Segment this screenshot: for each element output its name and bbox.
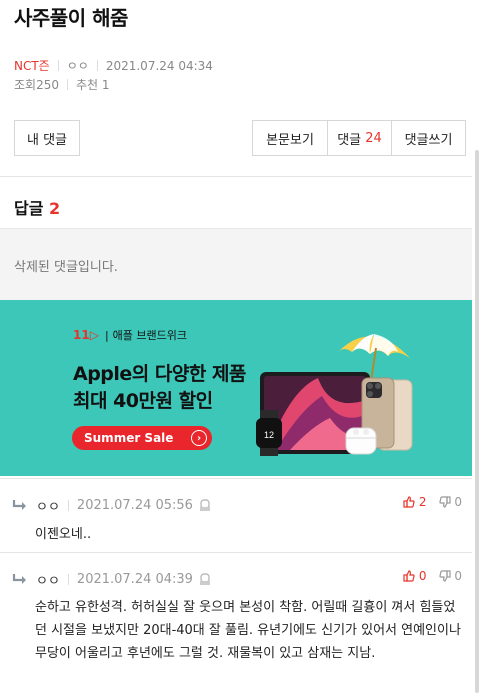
post-datetime: 2021.07.24 04:34	[105, 58, 213, 73]
comment-toolbar: 내 댓글 본문보기 댓글 24 댓글쓰기	[14, 120, 466, 156]
replies-label: 답글	[14, 199, 44, 218]
apple-products-illustration: 12	[256, 334, 413, 456]
report-icon[interactable]	[199, 572, 211, 586]
watch-date: 12	[264, 430, 274, 440]
comment-body: 순하고 유한성격. 허허실실 잘 웃으며 본성이 착함. 어릴때 길흉이 껴서 …	[35, 600, 461, 661]
comment-header: ㅇㅇ 2021.07.24 05:56 2 0	[12, 495, 462, 515]
deleted-comment: 삭제된 댓글입니다.	[0, 228, 472, 300]
divider	[96, 60, 98, 71]
downvote-button[interactable]: 0	[438, 495, 462, 509]
comments-button[interactable]: 댓글 24	[327, 121, 391, 155]
post-meta-stats: 조회 250 추천 1	[14, 76, 110, 93]
recommend-label: 추천	[76, 78, 99, 92]
divider	[67, 573, 69, 585]
thumbs-down-icon	[438, 496, 451, 508]
comment-nickname: ㅇㅇ	[36, 499, 60, 515]
post-title: 사주풀이 해줌	[14, 6, 128, 30]
comments-count: 24	[365, 130, 382, 146]
my-comments-button[interactable]: 내 댓글	[14, 120, 80, 156]
post-meta-author: NCT즌 ㅇㅇ 2021.07.24 04:34	[14, 57, 213, 74]
replies-heading: 답글 2	[14, 195, 60, 219]
divider	[67, 499, 69, 511]
post-author[interactable]: NCT즌	[14, 57, 50, 74]
downvote-button[interactable]: 0	[438, 569, 462, 583]
comment-actions-group: 본문보기 댓글 24 댓글쓰기	[252, 120, 466, 156]
thumbs-down-icon	[438, 570, 451, 582]
comment-item: ㅇㅇ 2021.07.24 04:39 0 0 순하고 유한성격. 허허실실 잘…	[0, 552, 472, 693]
comment-header: ㅇㅇ 2021.07.24 04:39 0 0	[12, 569, 462, 589]
upvote-count: 0	[418, 569, 427, 583]
reply-arrow-icon	[12, 572, 28, 586]
divider	[57, 60, 59, 71]
comment-nickname: ㅇㅇ	[36, 573, 60, 589]
ad-banner[interactable]: 11 ▷ | 애플 브랜드위크 Apple의 다양한 제품 최대 40만원 할인…	[0, 300, 472, 476]
comment-votes: 2 0	[403, 495, 462, 509]
upvote-count: 2	[418, 495, 427, 509]
downvote-count: 0	[454, 569, 462, 583]
reply-arrow-icon	[12, 498, 28, 512]
upvote-button[interactable]: 2	[403, 495, 427, 509]
scrollbar[interactable]	[472, 0, 480, 693]
downvote-count: 0	[454, 495, 462, 509]
write-comment-button[interactable]: 댓글쓰기	[391, 121, 465, 155]
comment-item: ㅇㅇ 2021.07.24 05:56 2 0 이젠오네..	[0, 478, 472, 552]
divider	[67, 79, 68, 90]
replies-count: 2	[49, 199, 61, 218]
thumbs-up-icon	[403, 496, 415, 508]
recommend-count: 1	[101, 77, 110, 92]
thumbs-up-icon	[403, 570, 415, 582]
views-label: 조회	[14, 78, 37, 92]
airpods-image	[345, 427, 377, 455]
comments-button-label: 댓글	[337, 132, 362, 148]
comment-votes: 0 0	[403, 569, 462, 583]
report-icon[interactable]	[199, 498, 211, 512]
section-divider	[0, 176, 472, 177]
upvote-button[interactable]: 0	[403, 569, 427, 583]
scrollbar-thumb[interactable]	[475, 150, 479, 693]
post-nickname: ㅇㅇ	[66, 59, 89, 73]
deleted-comment-text: 삭제된 댓글입니다.	[14, 260, 118, 275]
view-post-button[interactable]: 본문보기	[253, 121, 327, 155]
views-count: 250	[36, 77, 59, 92]
comment-date: 2021.07.24 05:56	[76, 497, 193, 513]
comment-body: 이젠오네..	[35, 527, 92, 542]
comment-date: 2021.07.24 04:39	[76, 571, 193, 587]
